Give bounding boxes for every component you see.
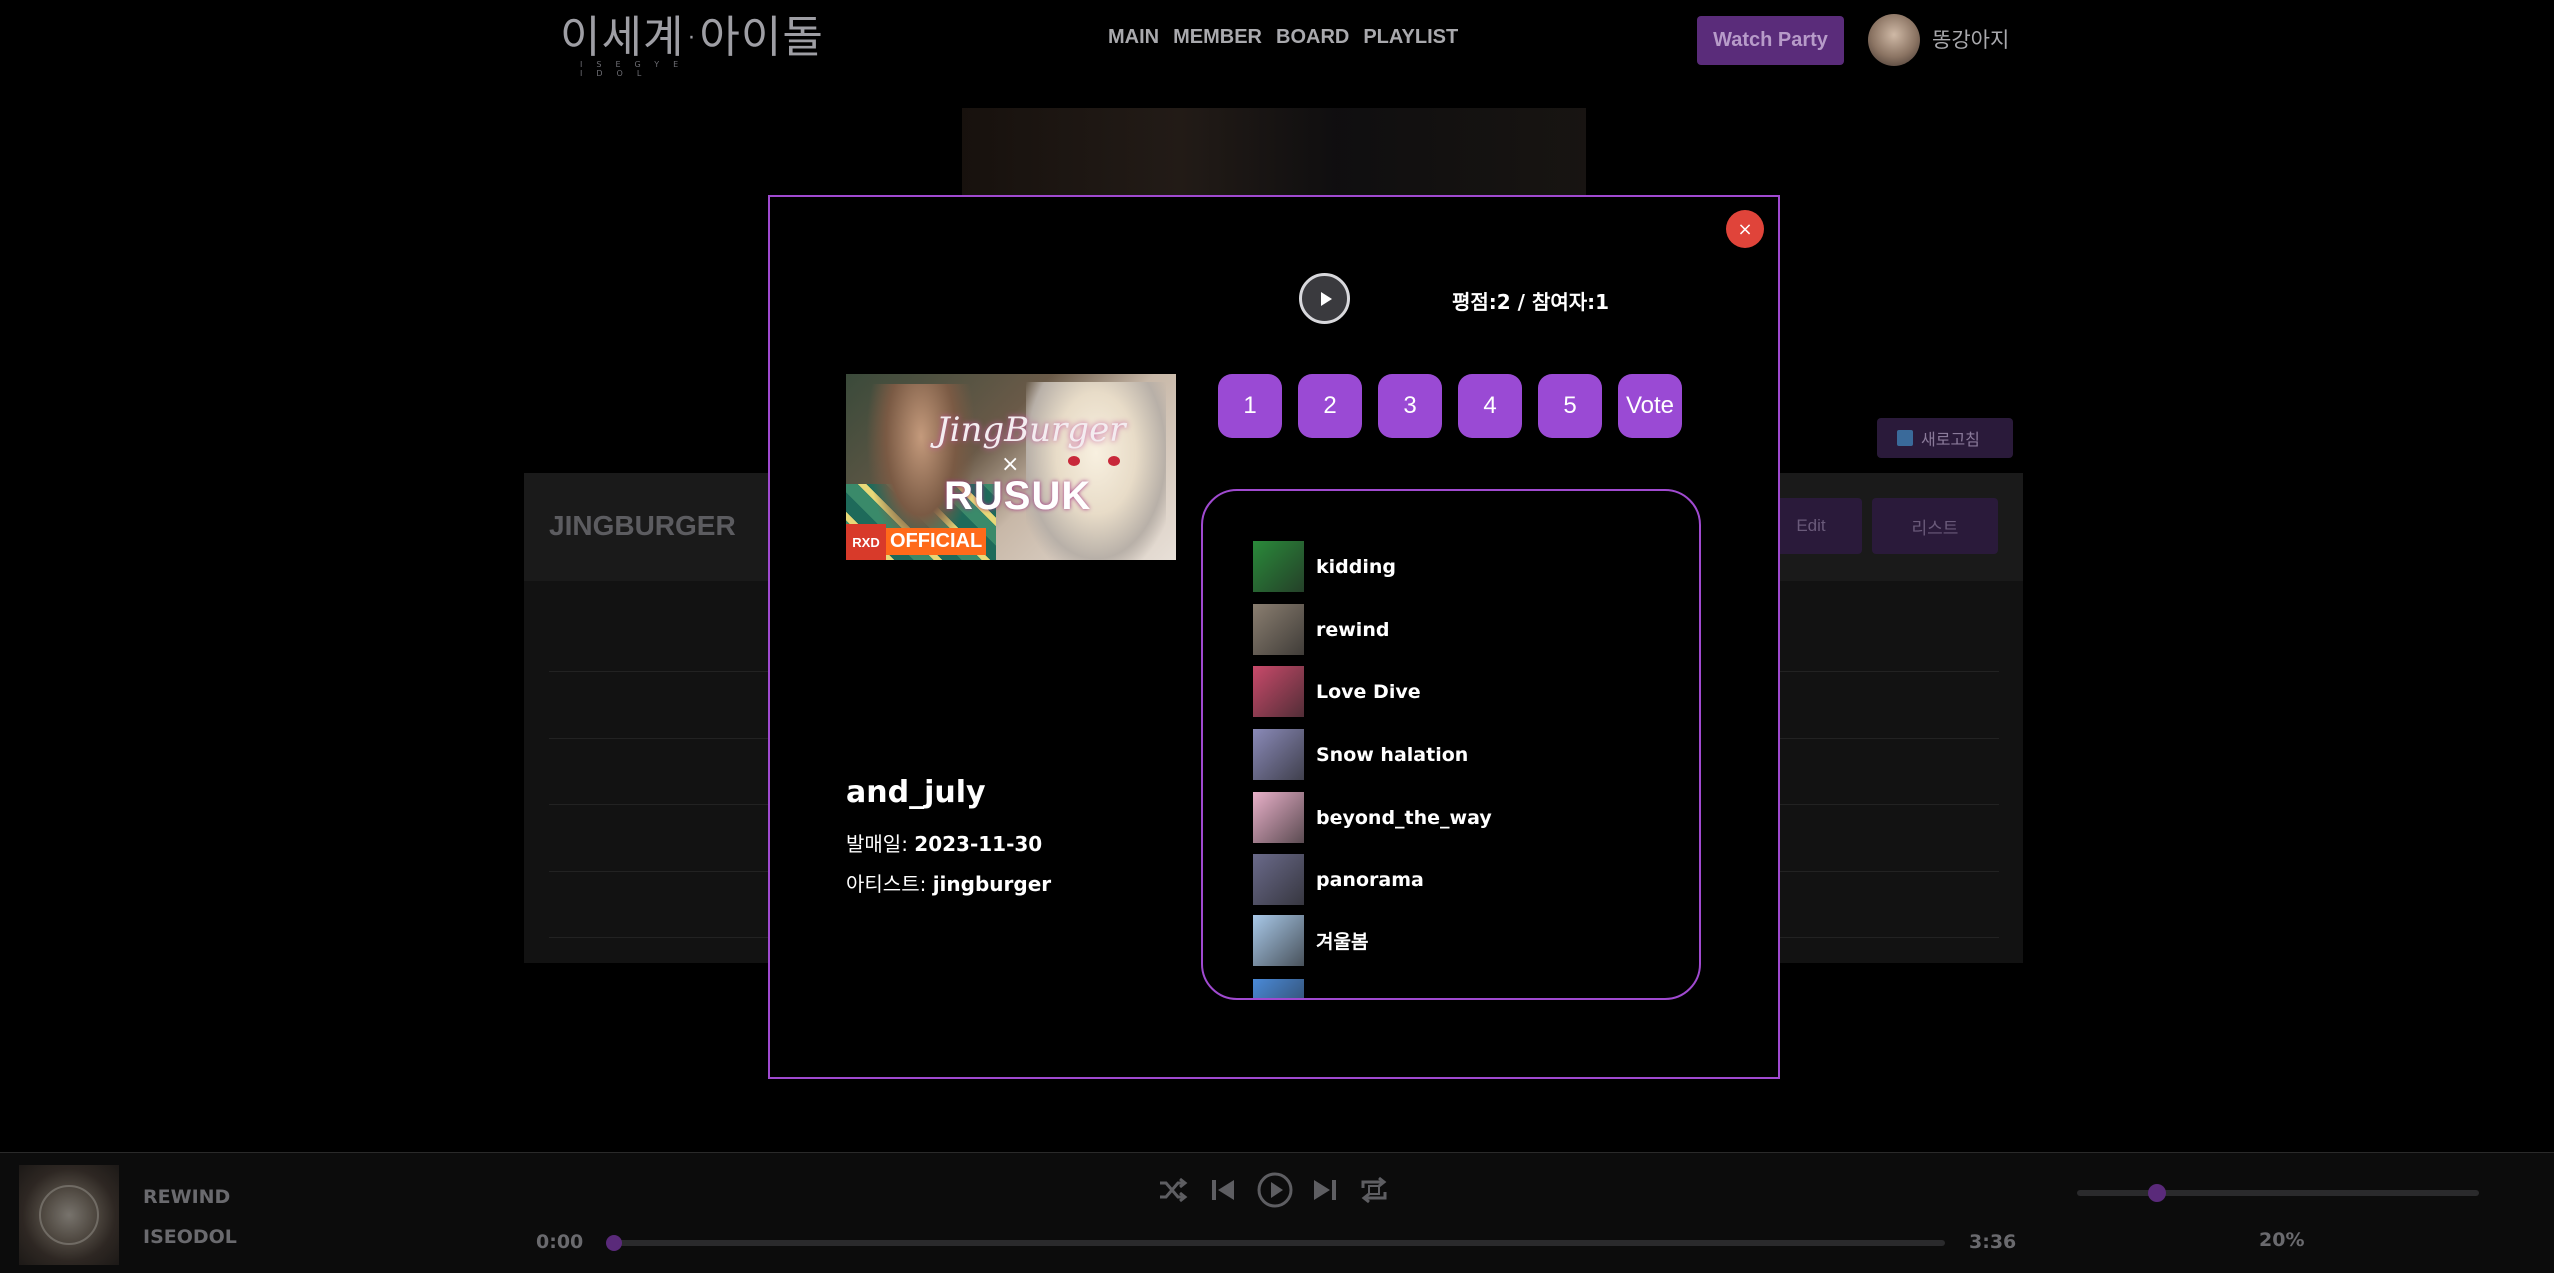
artist-label: 아티스트: xyxy=(846,872,933,896)
user-name[interactable]: 똥강아지 xyxy=(1932,24,2009,54)
artist-name: jingburger xyxy=(932,872,1052,896)
previous-button[interactable] xyxy=(1205,1172,1241,1208)
playlist-item-title: beyond_the_way xyxy=(1316,806,1492,829)
song-title: and_july xyxy=(846,775,986,810)
nav-main[interactable]: MAIN xyxy=(1108,26,1159,49)
playlist-thumbnail xyxy=(1253,854,1304,905)
now-playing-title: REWIND xyxy=(143,1186,231,1208)
cover-script-title: JingBurger xyxy=(936,410,1126,450)
artist-line: 아티스트: jingburger xyxy=(846,868,1051,897)
playlist-item[interactable]: panorama xyxy=(1253,854,1424,905)
shuffle-icon xyxy=(1160,1177,1188,1203)
playlist-item[interactable] xyxy=(1253,979,1316,998)
playlist-panel[interactable]: kidding rewind Love Dive Snow halation b… xyxy=(1201,489,1701,1000)
cover-main-title: RUSUK xyxy=(944,474,1092,518)
rating-summary: 평점:2 / 참여자:1 xyxy=(1452,290,1610,314)
cover-art-eye xyxy=(1068,456,1080,466)
next-button[interactable] xyxy=(1307,1172,1343,1208)
rate-4-button[interactable]: 4 xyxy=(1458,374,1522,438)
rate-3-button[interactable]: 3 xyxy=(1378,374,1442,438)
refresh-button[interactable]: 새로고침 xyxy=(1877,418,2013,458)
playlist-thumbnail xyxy=(1253,541,1304,592)
main-nav: MAIN MEMBER BOARD PLAYLIST xyxy=(1108,26,1458,49)
previous-icon xyxy=(1212,1180,1234,1200)
current-time: 0:00 xyxy=(536,1231,584,1253)
play-circle-icon xyxy=(1257,1172,1293,1208)
next-icon xyxy=(1314,1180,1336,1200)
rate-5-button[interactable]: 5 xyxy=(1538,374,1602,438)
playlist-item[interactable]: beyond_the_way xyxy=(1253,792,1492,843)
playlist-item-title: Love Dive xyxy=(1316,680,1421,703)
playlist-thumbnail xyxy=(1253,979,1304,998)
nav-member[interactable]: MEMBER xyxy=(1173,26,1262,49)
playlist-item-title: Snow halation xyxy=(1316,743,1469,766)
playlist-thumbnail xyxy=(1253,792,1304,843)
playlist-thumbnail xyxy=(1253,666,1304,717)
release-date: 2023-11-30 xyxy=(914,832,1043,856)
release-label: 발매일: xyxy=(846,832,915,856)
nav-board[interactable]: BOARD xyxy=(1276,26,1349,49)
watch-party-button[interactable]: Watch Party xyxy=(1697,16,1844,65)
refresh-icon xyxy=(1897,430,1913,446)
total-time: 3:36 xyxy=(1969,1231,2017,1253)
panel-title: JINGBURGER xyxy=(549,510,736,541)
shuffle-button[interactable] xyxy=(1155,1172,1191,1208)
playlist-item[interactable]: Love Dive xyxy=(1253,666,1421,717)
now-playing-art-ring xyxy=(39,1185,99,1245)
playlist-item-title: 겨울봄 xyxy=(1316,931,1369,953)
progress-knob[interactable] xyxy=(606,1235,622,1251)
repeat-button[interactable] xyxy=(1356,1172,1392,1208)
vote-submit-button[interactable]: Vote xyxy=(1618,374,1682,438)
release-date-line: 발매일: 2023-11-30 xyxy=(846,828,1042,857)
list-button[interactable]: 리스트 xyxy=(1872,498,1998,554)
repeat-icon xyxy=(1361,1176,1387,1204)
playlist-item[interactable]: 겨울봄 xyxy=(1253,915,1368,966)
progress-slider[interactable] xyxy=(606,1235,1945,1251)
rate-1-button[interactable]: 1 xyxy=(1218,374,1282,438)
close-button[interactable]: × xyxy=(1726,210,1764,248)
logo-text: 이세계·아이돌 xyxy=(560,12,824,63)
rate-2-button[interactable]: 2 xyxy=(1298,374,1362,438)
player-play-button[interactable] xyxy=(1255,1170,1295,1210)
playlist-thumbnail xyxy=(1253,915,1304,966)
now-playing-artist: ISEODOL xyxy=(143,1226,237,1248)
cover-badge-logo: RXD xyxy=(846,524,886,560)
vote-buttons: 1 2 3 4 5 Vote xyxy=(1218,374,1682,438)
nav-playlist[interactable]: PLAYLIST xyxy=(1363,26,1458,49)
cover-art-character-right xyxy=(1026,382,1166,560)
user-avatar[interactable] xyxy=(1868,14,1920,66)
playlist-item[interactable]: Snow halation xyxy=(1253,729,1468,780)
playlist-item[interactable]: rewind xyxy=(1253,604,1389,655)
playlist-item[interactable]: kidding xyxy=(1253,541,1396,592)
now-playing-art xyxy=(19,1165,119,1265)
playlist-item-title: kidding xyxy=(1316,555,1396,578)
playlist-item-title: panorama xyxy=(1316,868,1424,891)
cover-art-eye xyxy=(1108,456,1120,466)
play-icon xyxy=(1320,291,1332,306)
site-logo[interactable]: 이세계·아이돌 ISEGYE IDOL xyxy=(560,12,824,78)
refresh-label: 새로고침 xyxy=(1921,430,1980,449)
playlist-item-title: rewind xyxy=(1316,618,1390,641)
volume-slider[interactable] xyxy=(2077,1184,2479,1202)
volume-label: 20% xyxy=(2259,1229,2305,1251)
cover-official-badge: OFFICIAL xyxy=(886,528,987,555)
playlist-thumbnail xyxy=(1253,729,1304,780)
playlist-thumbnail xyxy=(1253,604,1304,655)
hero-image xyxy=(962,108,1586,208)
play-button[interactable] xyxy=(1299,273,1350,324)
album-cover: JingBurger × RUSUK RXD OFFICIAL xyxy=(846,374,1176,560)
